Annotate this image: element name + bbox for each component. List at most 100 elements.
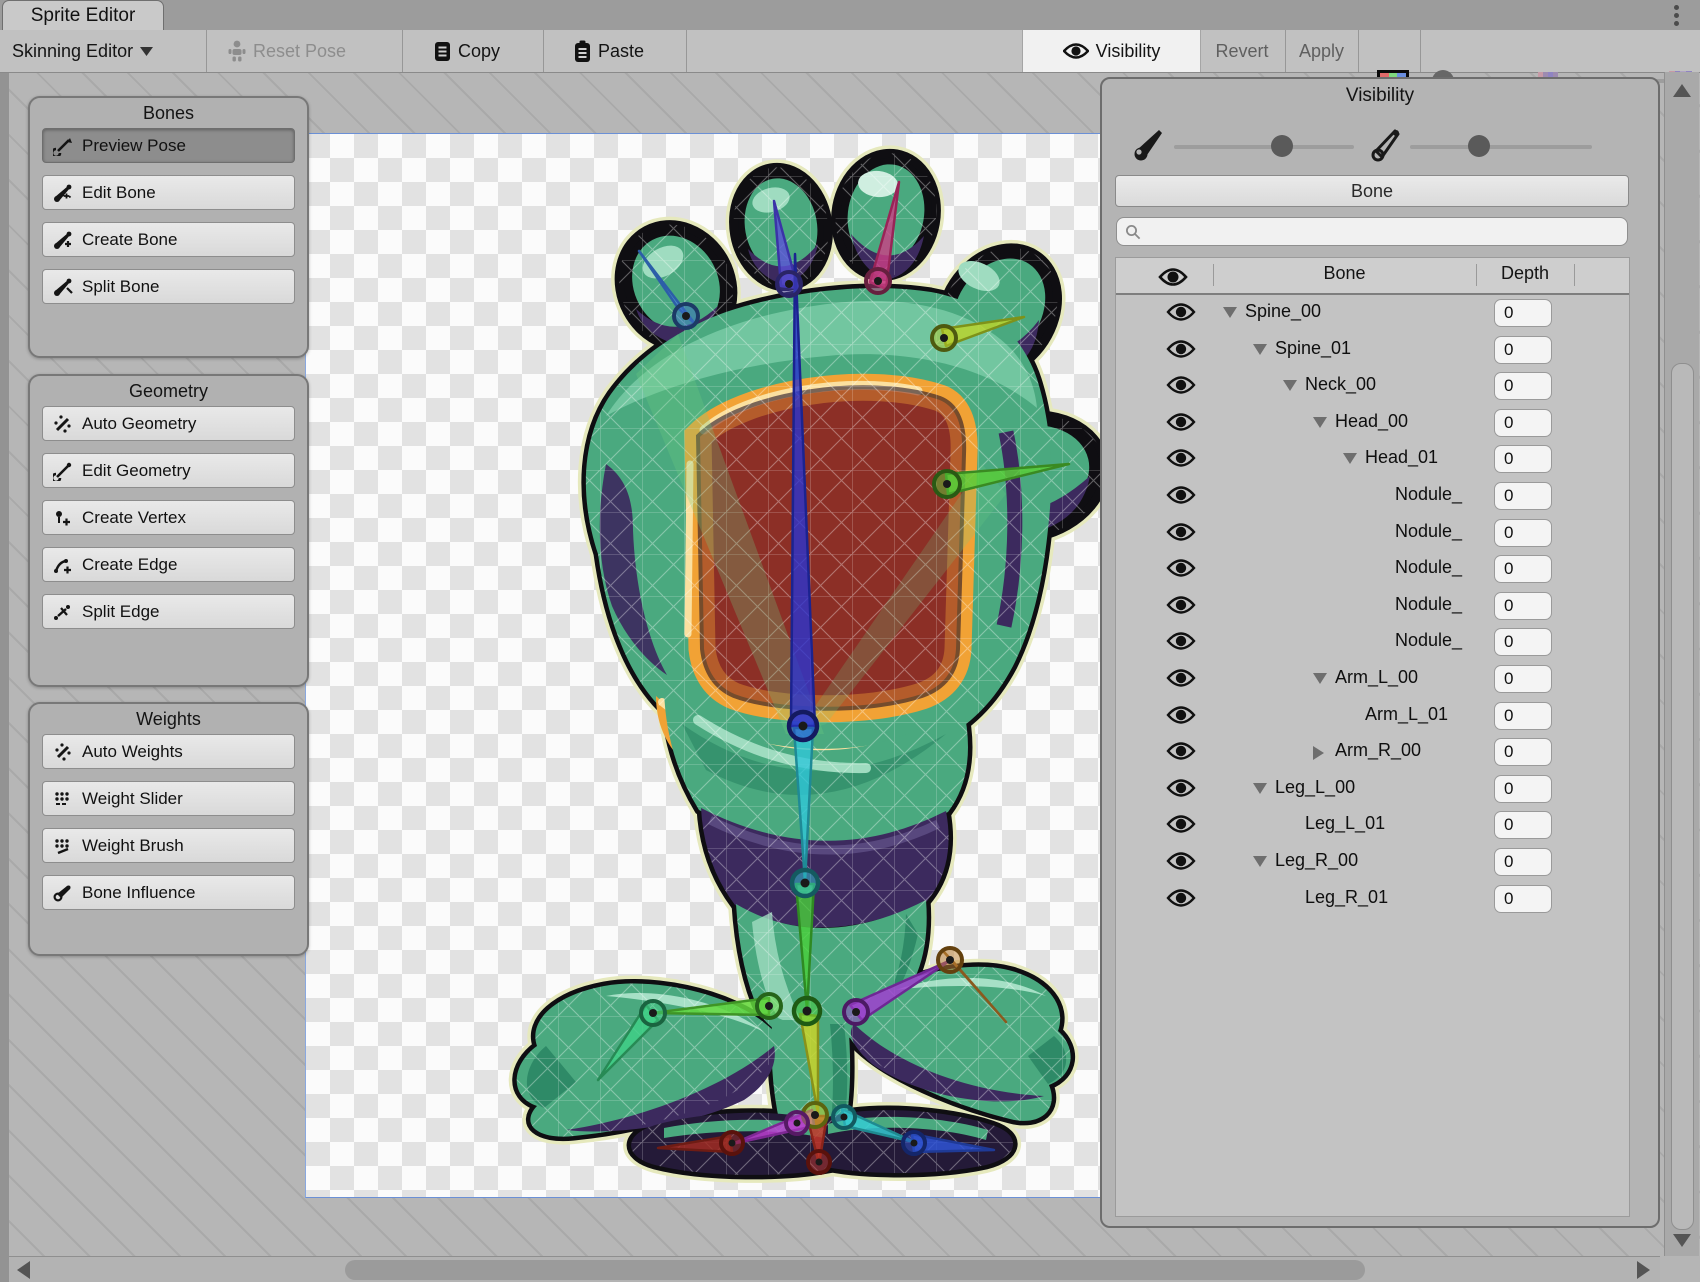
scroll-right-icon[interactable]	[1637, 1261, 1650, 1279]
visibility-eye-icon[interactable]	[1166, 411, 1196, 435]
expander-collapse-icon[interactable]	[1253, 344, 1267, 355]
bone-row-leg_r_00-15[interactable]: Leg_R_00	[1116, 844, 1629, 880]
bone-search-field[interactable]	[1116, 217, 1628, 246]
tab-sprite-editor[interactable]: Sprite Editor	[2, 0, 164, 31]
depth-input[interactable]	[1494, 299, 1552, 327]
vertical-scrollbar-thumb[interactable]	[1671, 363, 1694, 1230]
depth-input[interactable]	[1494, 445, 1552, 473]
depth-input[interactable]	[1494, 665, 1552, 693]
depth-input[interactable]	[1494, 409, 1552, 437]
weight-brush-button[interactable]: Weight Brush	[42, 828, 295, 863]
skinning-editor-dropdown[interactable]: Skinning Editor	[12, 30, 153, 72]
bone-row-leg_r_01-16[interactable]: Leg_R_01	[1116, 881, 1629, 917]
depth-input[interactable]	[1494, 775, 1552, 803]
create-vertex-button[interactable]: Create Vertex	[42, 500, 295, 535]
expander-collapse-icon[interactable]	[1313, 417, 1327, 428]
visibility-eye-icon[interactable]	[1166, 338, 1196, 362]
bone-row-nodule-5[interactable]: Nodule_	[1116, 478, 1629, 514]
depth-input[interactable]	[1494, 519, 1552, 547]
depth-input[interactable]	[1494, 848, 1552, 876]
bone-row-arm_l_01-11[interactable]: Arm_L_01	[1116, 698, 1629, 734]
visibility-eye-icon[interactable]	[1166, 374, 1196, 398]
bone-row-neck_00-2[interactable]: Neck_00	[1116, 368, 1629, 404]
visibility-eye-icon[interactable]	[1166, 594, 1196, 618]
tab-bone[interactable]: Bone	[1115, 175, 1629, 207]
depth-input[interactable]	[1494, 738, 1552, 766]
revert-button[interactable]: Revert	[1199, 30, 1285, 72]
reset-pose-button[interactable]: Reset Pose	[228, 30, 346, 72]
create-edge-button[interactable]: Create Edge	[42, 547, 295, 582]
search-input[interactable]	[1147, 222, 1627, 242]
visibility-eye-icon[interactable]	[1166, 557, 1196, 581]
bone-row-arm_r_00-12[interactable]: Arm_R_00	[1116, 734, 1629, 770]
depth-input[interactable]	[1494, 811, 1552, 839]
column-header-bone[interactable]: Bone	[1213, 263, 1476, 284]
sprite-canvas[interactable]	[305, 133, 1101, 1198]
bone-row-head_01-4[interactable]: Head_01	[1116, 441, 1629, 477]
visibility-eye-icon[interactable]	[1166, 813, 1196, 837]
visibility-eye-icon[interactable]	[1166, 484, 1196, 508]
scroll-left-icon[interactable]	[17, 1261, 30, 1279]
expander-expand-icon[interactable]	[1313, 746, 1324, 760]
depth-input[interactable]	[1494, 592, 1552, 620]
horizontal-scrollbar[interactable]	[9, 1256, 1660, 1282]
vertical-scrollbar[interactable]	[1664, 72, 1699, 1256]
depth-input[interactable]	[1494, 482, 1552, 510]
preview-pose-button[interactable]: Preview Pose	[42, 128, 295, 163]
bone-opacity-slider-knob[interactable]	[1271, 135, 1293, 157]
visibility-eye-icon[interactable]	[1166, 630, 1196, 654]
bone-row-spine_01-1[interactable]: Spine_01	[1116, 332, 1629, 368]
expander-collapse-icon[interactable]	[1253, 783, 1267, 794]
split-bone-button[interactable]: Split Bone	[42, 269, 295, 304]
copy-button[interactable]: Copy	[434, 30, 500, 72]
edit-bone-button[interactable]: Edit Bone	[42, 175, 295, 210]
bone-row-arm_l_00-10[interactable]: Arm_L_00	[1116, 661, 1629, 697]
paste-button[interactable]: Paste	[574, 30, 644, 72]
horizontal-scrollbar-thumb[interactable]	[345, 1260, 1365, 1280]
expander-collapse-icon[interactable]	[1283, 380, 1297, 391]
bone-row-nodule-6[interactable]: Nodule_	[1116, 515, 1629, 551]
bone-row-head_00-3[interactable]: Head_00	[1116, 405, 1629, 441]
bone-row-leg_l_01-14[interactable]: Leg_L_01	[1116, 807, 1629, 843]
visibility-eye-icon[interactable]	[1166, 850, 1196, 874]
bone-influence-button[interactable]: Bone Influence	[42, 875, 295, 910]
visibility-eye-icon[interactable]	[1166, 704, 1196, 728]
depth-input[interactable]	[1494, 885, 1552, 913]
bone-row-nodule-9[interactable]: Nodule_	[1116, 624, 1629, 660]
create-bone-button[interactable]: Create Bone	[42, 222, 295, 257]
visibility-eye-icon[interactable]	[1166, 521, 1196, 545]
bone-row-nodule-8[interactable]: Nodule_	[1116, 588, 1629, 624]
visibility-eye-icon[interactable]	[1166, 740, 1196, 764]
column-header-depth[interactable]: Depth	[1476, 263, 1574, 284]
scroll-up-icon[interactable]	[1673, 84, 1691, 97]
mesh-opacity-slider-knob[interactable]	[1468, 135, 1490, 157]
visibility-eye-icon[interactable]	[1166, 777, 1196, 801]
visibility-eye-icon[interactable]	[1166, 887, 1196, 911]
auto-geometry-button[interactable]: Auto Geometry	[42, 406, 295, 441]
visibility-eye-icon[interactable]	[1166, 667, 1196, 691]
edit-geometry-button[interactable]: Edit Geometry	[42, 453, 295, 488]
apply-button[interactable]: Apply	[1285, 30, 1358, 72]
bone-row-leg_l_00-13[interactable]: Leg_L_00	[1116, 771, 1629, 807]
expander-collapse-icon[interactable]	[1313, 673, 1327, 684]
visibility-eye-icon[interactable]	[1166, 301, 1196, 325]
bone-row-spine_00-0[interactable]: Spine_00	[1116, 295, 1629, 331]
expander-collapse-icon[interactable]	[1343, 453, 1357, 464]
depth-input[interactable]	[1494, 702, 1552, 730]
weight-slider-button[interactable]: Weight Slider	[42, 781, 295, 816]
depth-input[interactable]	[1494, 336, 1552, 364]
bone-row-nodule-7[interactable]: Nodule_	[1116, 551, 1629, 587]
expander-collapse-icon[interactable]	[1253, 856, 1267, 867]
expander-collapse-icon[interactable]	[1223, 307, 1237, 318]
kebab-menu-icon[interactable]	[1666, 2, 1686, 28]
depth-input[interactable]	[1494, 628, 1552, 656]
mesh-opacity-slider-track[interactable]	[1410, 145, 1592, 149]
bone-opacity-slider-track[interactable]	[1174, 145, 1354, 149]
depth-input[interactable]	[1494, 555, 1552, 583]
auto-weights-button[interactable]: Auto Weights	[42, 734, 295, 769]
scroll-down-icon[interactable]	[1673, 1234, 1691, 1247]
visibility-eye-icon[interactable]	[1166, 447, 1196, 471]
depth-input[interactable]	[1494, 372, 1552, 400]
visibility-toggle-button[interactable]: Visibility	[1022, 30, 1201, 72]
split-edge-button[interactable]: Split Edge	[42, 594, 295, 629]
